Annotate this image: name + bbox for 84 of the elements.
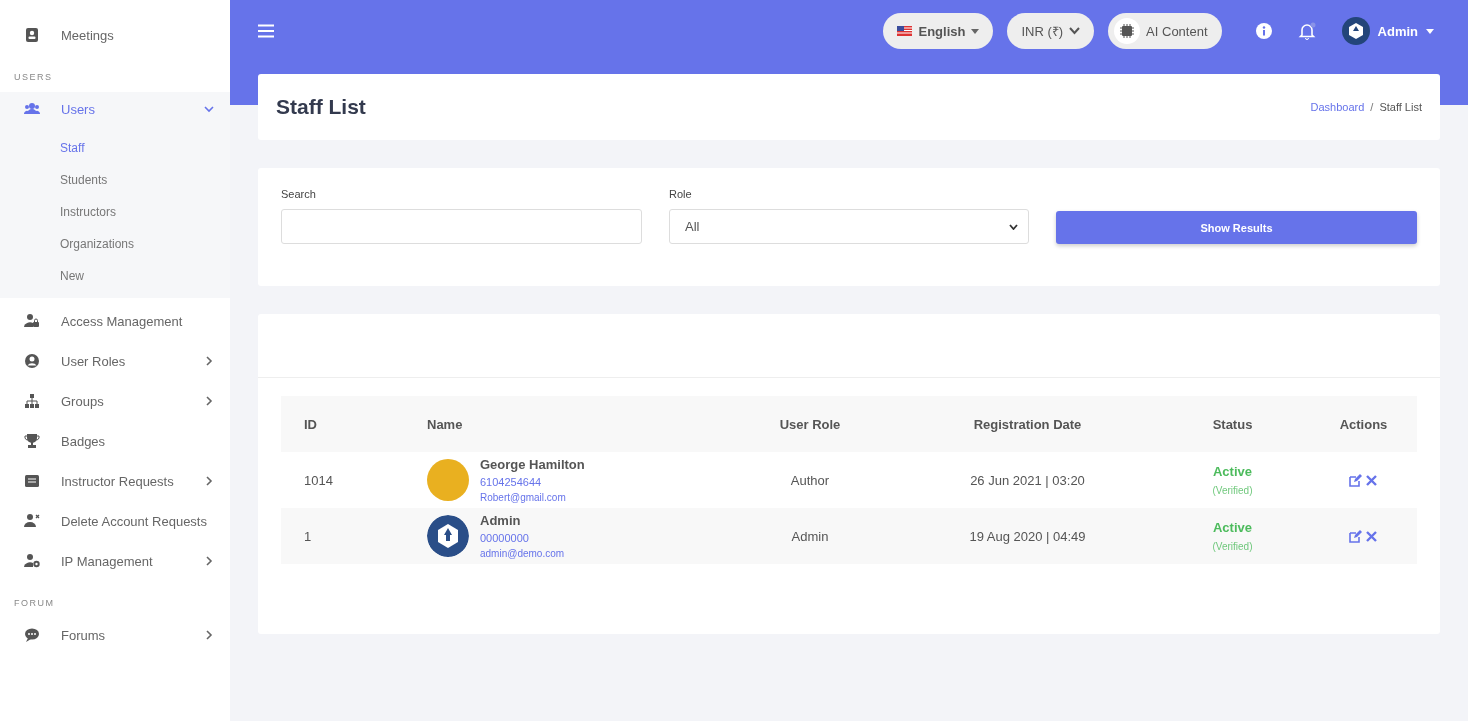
sidebar-section-label: FORUM — [13, 597, 56, 610]
column-header: Registration Date — [972, 416, 1083, 432]
role-select[interactable]: All — [669, 209, 1029, 244]
delete-icon[interactable] — [1365, 473, 1378, 487]
caret-icon — [1426, 28, 1434, 34]
column-header: Actions — [1338, 416, 1389, 432]
email-link[interactable]: Robert@gmail.com — [480, 492, 585, 503]
date-cell-text: 26 Jun 2021 | 03:20 — [969, 472, 1086, 488]
menu-item-icon — [24, 27, 40, 43]
menu-icon[interactable] — [258, 24, 274, 38]
info-icon[interactable] — [1255, 23, 1272, 39]
language-dropdown[interactable]: English — [883, 13, 994, 49]
user-menu[interactable]: Admin — [1341, 17, 1434, 45]
role-cell-text: Admin — [790, 528, 830, 544]
submenu-item[interactable]: New — [0, 260, 230, 292]
chevron-right-icon — [204, 630, 214, 640]
status-note: (Verified) — [1212, 541, 1253, 552]
sidebar-item[interactable]: Instructor Requests — [0, 464, 230, 498]
field-label: Search — [281, 188, 317, 200]
menu-item-icon — [24, 353, 40, 369]
sidebar-item[interactable]: Access Management — [0, 304, 230, 338]
status-note: (Verified) — [1212, 485, 1253, 496]
status-text: Active — [1213, 520, 1252, 535]
chevron-down-icon — [1069, 27, 1081, 35]
page-title: Staff List — [276, 95, 367, 119]
email-link[interactable]: admin@demo.com — [480, 548, 565, 559]
column-header: User Role — [778, 416, 842, 432]
notification-bell-icon[interactable] — [1297, 22, 1316, 40]
phone-link[interactable]: 6104254644 — [480, 476, 585, 488]
menu-item-icon — [24, 627, 40, 643]
menu-item-icon — [24, 473, 40, 489]
field-label: Role — [669, 188, 693, 200]
id-cell-text: 1014 — [303, 472, 334, 488]
role-cell-text: Author — [789, 472, 831, 488]
column-header: Status — [1211, 416, 1254, 432]
date-cell-text: 19 Aug 2020 | 04:49 — [968, 528, 1087, 544]
search-field[interactable] — [281, 209, 642, 244]
phone-link[interactable]: 00000000 — [480, 532, 565, 544]
sidebar-item[interactable]: User Roles — [0, 344, 230, 378]
menu-item-icon — [24, 101, 40, 117]
sidebar-section-label: USERS — [13, 71, 54, 84]
photo-placeholder — [427, 459, 469, 501]
edit-icon[interactable] — [1349, 473, 1362, 487]
user-name: George Hamilton — [480, 457, 585, 472]
status-text: Active — [1213, 464, 1252, 479]
sidebar-item[interactable]: Groups — [0, 384, 230, 418]
chevron-down-icon — [204, 104, 214, 114]
sidebar-item[interactable]: Delete Account Requests — [0, 504, 230, 538]
submenu-item[interactable]: Instructors — [0, 196, 230, 228]
edit-icon[interactable] — [1349, 529, 1362, 543]
currency-dropdown[interactable]: INR (₹) — [1007, 13, 1095, 49]
user-logo-avatar — [1341, 17, 1370, 45]
id-cell-text: 1 — [303, 528, 313, 544]
column-header: ID — [303, 416, 318, 432]
chevron-right-icon — [204, 476, 214, 486]
submenu-item[interactable]: Students — [0, 164, 230, 196]
delete-icon[interactable] — [1365, 529, 1378, 543]
chevron-right-icon — [204, 556, 214, 566]
menu-item-icon — [24, 393, 40, 409]
caret-icon — [971, 28, 980, 34]
submenu-item[interactable]: Organizations — [0, 228, 230, 260]
menu-item-icon — [24, 433, 40, 449]
menu-item-icon — [24, 513, 40, 529]
menu-item-icon — [24, 313, 40, 329]
sidebar-item[interactable]: Forums — [0, 618, 230, 652]
sidebar-item[interactable]: IP Management — [0, 544, 230, 578]
chevron-right-icon — [204, 356, 214, 366]
sidebar-item[interactable]: Users — [0, 92, 230, 126]
chip-icon — [1114, 18, 1141, 44]
breadcrumb-link[interactable]: Dashboard — [1310, 101, 1365, 113]
menu-item-icon — [24, 553, 40, 569]
breadcrumb-separator: / — [1370, 101, 1374, 113]
ai-content-button[interactable]: AI Content — [1108, 13, 1222, 49]
sidebar-item[interactable]: Meetings — [0, 18, 230, 52]
chevron-down-icon — [1009, 223, 1018, 230]
submenu-item[interactable]: Staff — [0, 132, 230, 164]
breadcrumb-current: Staff List — [1379, 101, 1422, 113]
sidebar-item[interactable]: Badges — [0, 424, 230, 458]
flag-icon — [897, 26, 913, 36]
column-header: Name — [426, 416, 464, 432]
user-name: Admin — [480, 513, 522, 528]
chevron-right-icon — [204, 396, 214, 406]
logo-avatar — [427, 515, 469, 557]
show-results-button[interactable]: Show Results — [1056, 211, 1417, 244]
